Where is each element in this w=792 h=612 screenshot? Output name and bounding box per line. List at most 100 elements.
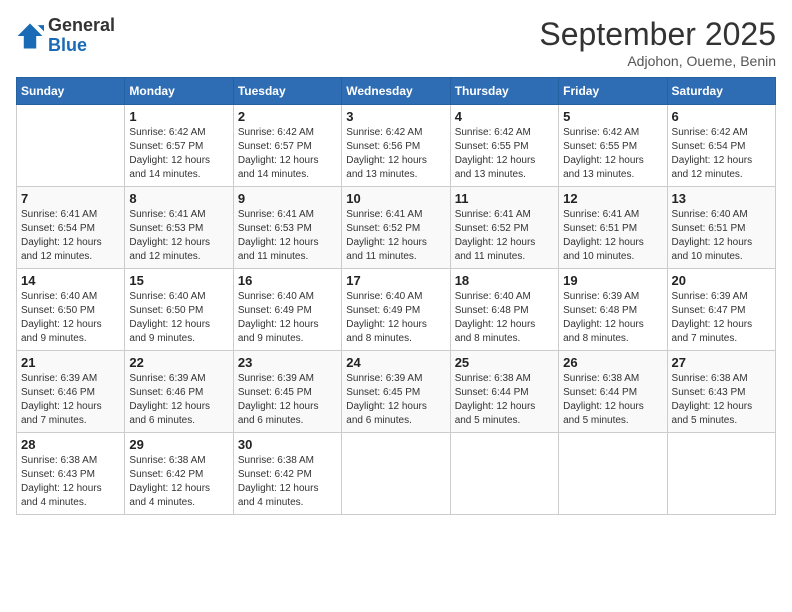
day-number: 11: [455, 191, 554, 206]
day-number: 24: [346, 355, 445, 370]
calendar-cell: [450, 433, 558, 515]
day-info: Sunrise: 6:40 AM Sunset: 6:49 PM Dayligh…: [346, 290, 445, 346]
day-number: 7: [21, 191, 120, 206]
day-info: Sunrise: 6:39 AM Sunset: 6:46 PM Dayligh…: [129, 372, 228, 428]
calendar-cell: 9 Sunrise: 6:41 AM Sunset: 6:53 PM Daylig…: [233, 187, 341, 269]
day-number: 26: [563, 355, 662, 370]
calendar-cell: 27 Sunrise: 6:38 AM Sunset: 6:43 PM Dayli…: [667, 351, 775, 433]
day-info: Sunrise: 6:39 AM Sunset: 6:45 PM Dayligh…: [346, 372, 445, 428]
day-number: 14: [21, 273, 120, 288]
calendar-cell: 7 Sunrise: 6:41 AM Sunset: 6:54 PM Daylig…: [17, 187, 125, 269]
calendar-cell: [667, 433, 775, 515]
calendar-cell: 3 Sunrise: 6:42 AM Sunset: 6:56 PM Daylig…: [342, 105, 450, 187]
day-header-sunday: Sunday: [17, 78, 125, 105]
week-row-4: 21Sunrise: 6:39 AM Sunset: 6:46 PM Dayli…: [17, 351, 776, 433]
day-info: Sunrise: 6:40 AM Sunset: 6:48 PM Dayligh…: [455, 290, 554, 346]
day-info: Sunrise: 6:41 AM Sunset: 6:53 PM Dayligh…: [238, 208, 337, 264]
week-row-5: 28 Sunrise: 6:38 AM Sunset: 6:43 PM Dayli…: [17, 433, 776, 515]
day-info: Sunrise: 6:40 AM Sunset: 6:49 PM Dayligh…: [238, 290, 337, 346]
calendar-cell: 14 Sunrise: 6:40 AM Sunset: 6:50 PM Dayli…: [17, 269, 125, 351]
day-info: Sunrise: 6:38 AM Sunset: 6:42 PM Dayligh…: [129, 454, 228, 510]
day-number: 18: [455, 273, 554, 288]
day-number: 6: [672, 109, 771, 124]
calendar-cell: 2 Sunrise: 6:42 AM Sunset: 6:57 PM Daylig…: [233, 105, 341, 187]
day-info: Sunrise: 6:40 AM Sunset: 6:50 PM Dayligh…: [21, 290, 120, 346]
page-header: General Blue September 2025 Adjohon, Oue…: [16, 16, 776, 69]
day-info: Sunrise: 6:38 AM Sunset: 6:43 PM Dayligh…: [21, 454, 120, 510]
day-info: Sunrise: 6:38 AM Sunset: 6:42 PM Dayligh…: [238, 454, 337, 510]
day-info: Sunrise: 6:42 AM Sunset: 6:56 PM Dayligh…: [346, 126, 445, 182]
day-number: 29: [129, 437, 228, 452]
day-info: Sunrise: 6:42 AM Sunset: 6:55 PM Dayligh…: [455, 126, 554, 182]
day-number: 16: [238, 273, 337, 288]
day-info: Sunrise: 6:38 AM Sunset: 6:43 PM Dayligh…: [672, 372, 771, 428]
calendar-cell: 16 Sunrise: 6:40 AM Sunset: 6:49 PM Dayli…: [233, 269, 341, 351]
calendar-cell: 18 Sunrise: 6:40 AM Sunset: 6:48 PM Dayli…: [450, 269, 558, 351]
week-row-1: 1Sunrise: 6:42 AM Sunset: 6:57 PM Daylig…: [17, 105, 776, 187]
day-info: Sunrise: 6:42 AM Sunset: 6:57 PM Dayligh…: [129, 126, 228, 182]
day-info: Sunrise: 6:38 AM Sunset: 6:44 PM Dayligh…: [455, 372, 554, 428]
calendar-body: 1Sunrise: 6:42 AM Sunset: 6:57 PM Daylig…: [17, 105, 776, 515]
day-info: Sunrise: 6:38 AM Sunset: 6:44 PM Dayligh…: [563, 372, 662, 428]
calendar-cell: 22Sunrise: 6:39 AM Sunset: 6:46 PM Dayli…: [125, 351, 233, 433]
calendar-cell: 13 Sunrise: 6:40 AM Sunset: 6:51 PM Dayli…: [667, 187, 775, 269]
calendar-cell: 29 Sunrise: 6:38 AM Sunset: 6:42 PM Dayli…: [125, 433, 233, 515]
day-number: 27: [672, 355, 771, 370]
day-info: Sunrise: 6:41 AM Sunset: 6:51 PM Dayligh…: [563, 208, 662, 264]
day-header-saturday: Saturday: [667, 78, 775, 105]
day-number: 28: [21, 437, 120, 452]
day-number: 5: [563, 109, 662, 124]
day-info: Sunrise: 6:41 AM Sunset: 6:53 PM Dayligh…: [129, 208, 228, 264]
day-header-monday: Monday: [125, 78, 233, 105]
calendar-cell: 10 Sunrise: 6:41 AM Sunset: 6:52 PM Dayli…: [342, 187, 450, 269]
day-info: Sunrise: 6:42 AM Sunset: 6:57 PM Dayligh…: [238, 126, 337, 182]
day-number: 2: [238, 109, 337, 124]
day-number: 10: [346, 191, 445, 206]
week-row-2: 7 Sunrise: 6:41 AM Sunset: 6:54 PM Daylig…: [17, 187, 776, 269]
days-header-row: SundayMondayTuesdayWednesdayThursdayFrid…: [17, 78, 776, 105]
month-title: September 2025: [539, 16, 776, 53]
week-row-3: 14 Sunrise: 6:40 AM Sunset: 6:50 PM Dayli…: [17, 269, 776, 351]
logo-icon: [16, 22, 44, 50]
day-number: 8: [129, 191, 228, 206]
day-header-tuesday: Tuesday: [233, 78, 341, 105]
day-number: 19: [563, 273, 662, 288]
calendar-cell: 23Sunrise: 6:39 AM Sunset: 6:45 PM Dayli…: [233, 351, 341, 433]
day-number: 17: [346, 273, 445, 288]
calendar-cell: 12 Sunrise: 6:41 AM Sunset: 6:51 PM Dayli…: [559, 187, 667, 269]
day-number: 9: [238, 191, 337, 206]
day-number: 4: [455, 109, 554, 124]
calendar-cell: 8 Sunrise: 6:41 AM Sunset: 6:53 PM Daylig…: [125, 187, 233, 269]
day-number: 23: [238, 355, 337, 370]
day-info: Sunrise: 6:41 AM Sunset: 6:52 PM Dayligh…: [455, 208, 554, 264]
day-header-thursday: Thursday: [450, 78, 558, 105]
calendar-cell: [342, 433, 450, 515]
day-info: Sunrise: 6:39 AM Sunset: 6:48 PM Dayligh…: [563, 290, 662, 346]
calendar-cell: 21Sunrise: 6:39 AM Sunset: 6:46 PM Dayli…: [17, 351, 125, 433]
day-number: 25: [455, 355, 554, 370]
calendar-cell: 5 Sunrise: 6:42 AM Sunset: 6:55 PM Daylig…: [559, 105, 667, 187]
calendar-table: SundayMondayTuesdayWednesdayThursdayFrid…: [16, 77, 776, 515]
calendar-cell: [559, 433, 667, 515]
day-info: Sunrise: 6:41 AM Sunset: 6:52 PM Dayligh…: [346, 208, 445, 264]
day-number: 12: [563, 191, 662, 206]
day-number: 15: [129, 273, 228, 288]
day-number: 20: [672, 273, 771, 288]
day-info: Sunrise: 6:42 AM Sunset: 6:55 PM Dayligh…: [563, 126, 662, 182]
calendar-cell: 26 Sunrise: 6:38 AM Sunset: 6:44 PM Dayli…: [559, 351, 667, 433]
day-info: Sunrise: 6:41 AM Sunset: 6:54 PM Dayligh…: [21, 208, 120, 264]
calendar-cell: 25 Sunrise: 6:38 AM Sunset: 6:44 PM Dayli…: [450, 351, 558, 433]
day-info: Sunrise: 6:39 AM Sunset: 6:47 PM Dayligh…: [672, 290, 771, 346]
calendar-cell: 28 Sunrise: 6:38 AM Sunset: 6:43 PM Dayli…: [17, 433, 125, 515]
day-header-friday: Friday: [559, 78, 667, 105]
day-number: 3: [346, 109, 445, 124]
location-subtitle: Adjohon, Oueme, Benin: [539, 53, 776, 69]
calendar-cell: 19 Sunrise: 6:39 AM Sunset: 6:48 PM Dayli…: [559, 269, 667, 351]
calendar-cell: 4 Sunrise: 6:42 AM Sunset: 6:55 PM Daylig…: [450, 105, 558, 187]
day-info: Sunrise: 6:40 AM Sunset: 6:51 PM Dayligh…: [672, 208, 771, 264]
calendar-cell: 11 Sunrise: 6:41 AM Sunset: 6:52 PM Dayli…: [450, 187, 558, 269]
logo: General Blue: [16, 16, 115, 56]
calendar-cell: 17 Sunrise: 6:40 AM Sunset: 6:49 PM Dayli…: [342, 269, 450, 351]
day-number: 13: [672, 191, 771, 206]
day-info: Sunrise: 6:40 AM Sunset: 6:50 PM Dayligh…: [129, 290, 228, 346]
